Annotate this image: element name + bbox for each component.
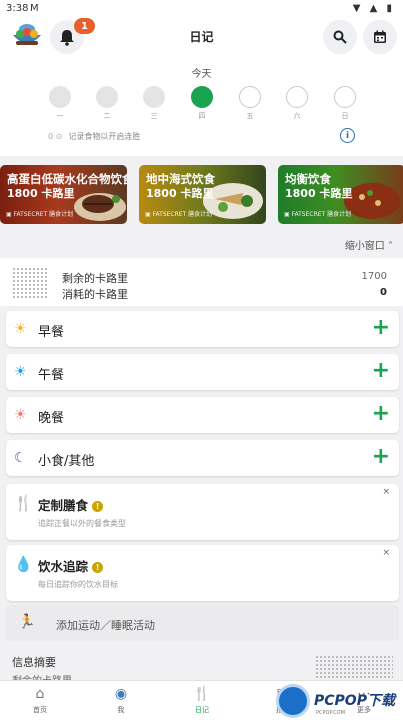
day-thu[interactable]: [191, 86, 213, 108]
day-fri[interactable]: [239, 86, 261, 108]
fork-knife-icon: 🍴: [193, 686, 211, 702]
day-tue[interactable]: [96, 86, 118, 108]
close-icon[interactable]: ×: [382, 487, 390, 497]
water-tracker-title: 饮水追踪!: [38, 556, 104, 575]
burned-calories-label: 消耗的卡路里: [62, 288, 128, 301]
diet-card-footer: ▣ FATSECRET 膳食计划: [6, 211, 74, 218]
watermark-logo: [276, 684, 310, 718]
water-drop-icon: 💧: [14, 555, 33, 573]
custom-meals-desc: 追踪正餐以外的餐食类型: [38, 519, 126, 528]
meal-label: 晚餐: [38, 411, 65, 426]
diet-card-calories: 1800 卡路里: [146, 187, 214, 200]
sun-icon: ☀: [14, 364, 27, 380]
search-button[interactable]: [323, 20, 357, 54]
watermark-sub: PCPOP.COM: [316, 710, 346, 716]
diet-card-footer: ▣ FATSECRET 膳食计划: [145, 211, 213, 218]
sunrise-icon: ☀: [14, 321, 27, 337]
add-dinner-button[interactable]: +: [372, 401, 390, 427]
watermark: PCPOP下载 PCPOP.COM: [276, 684, 403, 720]
premium-badge-icon: !: [92, 562, 104, 573]
day-label: 四: [198, 112, 206, 120]
moon-icon: ☾: [14, 450, 27, 466]
search-icon: [333, 30, 347, 44]
day-label: 日: [341, 112, 349, 120]
diet-card-calories: 1800 卡路里: [285, 187, 353, 200]
diet-card-footer: ▣ FATSECRET 膳食计划: [284, 211, 352, 218]
collapse-window-button[interactable]: 缩小窗口 ˄: [345, 237, 393, 252]
fork-knife-icon: 🍴: [14, 494, 33, 512]
water-tracker-card[interactable]: 💧 饮水追踪! 每日追踪你的饮水目标 ×: [6, 545, 399, 601]
system-icons: ▼ ▲ ▮: [352, 3, 395, 14]
day-mon[interactable]: [49, 86, 71, 108]
add-breakfast-button[interactable]: +: [372, 315, 390, 341]
diet-card-balanced[interactable]: 均衡饮食 1800 卡路里 ▣ FATSECRET 膳食计划: [278, 165, 403, 224]
add-snack-button[interactable]: +: [372, 444, 390, 470]
calorie-grid-icon: [12, 267, 48, 299]
info-icon[interactable]: i: [340, 128, 355, 143]
mail-icon: M: [30, 3, 39, 14]
streak-count: 0 ⊙: [48, 132, 63, 141]
diet-card-high-protein[interactable]: 高蛋白低碳水化合物饮食 1800 卡路里 ▣ FATSECRET 膳食计划: [0, 165, 127, 224]
remaining-calories-value: 1700: [361, 271, 387, 282]
nav-me[interactable]: ◉ 我: [91, 685, 151, 715]
custom-meals-title: 定制膳食!: [38, 495, 104, 514]
nav-label: 日记: [195, 706, 209, 714]
day-label: 二: [103, 112, 111, 120]
premium-badge-icon: !: [92, 501, 104, 512]
day-wed[interactable]: [143, 86, 165, 108]
meal-breakfast[interactable]: ☀ 早餐 +: [6, 311, 399, 347]
diary-header: 1 日记 今天 一 二 三 四 五 六 日 0 ⊙ 记录食物以开启连胜 i: [0, 18, 403, 156]
streak-info: 0 ⊙ 记录食物以开启连胜: [48, 131, 140, 142]
meal-snacks[interactable]: ☾ 小食/其他 +: [6, 440, 399, 476]
add-exercise-button[interactable]: 🏃 添加运动／睡眠活动: [6, 605, 399, 641]
tool-title-text: 饮水追踪: [38, 559, 89, 574]
day-sun[interactable]: [334, 86, 356, 108]
diet-card-mediterranean[interactable]: 地中海式饮食 1800 卡路里 ▣ FATSECRET 膳食计划: [139, 165, 266, 224]
meal-dinner[interactable]: ☀ 晚餐 +: [6, 397, 399, 433]
day-label: 六: [293, 112, 301, 120]
today-label: 今天: [191, 69, 212, 80]
day-label: 一: [56, 112, 64, 120]
tool-title-text: 定制膳食: [38, 498, 89, 513]
add-exercise-label: 添加运动／睡眠活动: [56, 619, 155, 632]
day-label: 五: [246, 112, 254, 120]
remaining-calories-label: 剩余的卡路里: [62, 272, 128, 285]
burned-calories-value: 0: [380, 287, 387, 298]
digest-title: 信息摘要: [12, 656, 56, 669]
meal-label: 午餐: [38, 368, 65, 383]
diet-card-calories: 1800 卡路里: [7, 187, 75, 200]
meal-lunch[interactable]: ☀ 午餐 +: [6, 354, 399, 390]
home-icon: ⌂: [35, 686, 45, 702]
custom-meals-card[interactable]: 🍴 定制膳食! 追踪正餐以外的餐食类型 ×: [6, 484, 399, 540]
status-bar: 3:38 M ▼ ▲ ▮: [0, 0, 403, 18]
calorie-summary: 剩余的卡路里 1700 消耗的卡路里 0: [0, 258, 403, 306]
nav-home[interactable]: ⌂ 首页: [10, 685, 70, 715]
day-label: 三: [150, 112, 158, 120]
profile-icon: ◉: [114, 686, 128, 702]
nav-label: 首页: [33, 706, 47, 714]
streak-text: 记录食物以开启连胜: [68, 132, 141, 141]
status-time: 3:38: [6, 3, 29, 14]
nav-diary[interactable]: 🍴 日记: [172, 685, 232, 715]
add-lunch-button[interactable]: +: [372, 358, 390, 384]
nav-label: 我: [117, 706, 125, 714]
calendar-button[interactable]: [363, 20, 397, 54]
calendar-icon: [374, 30, 386, 43]
watermark-brand: PCPOP下载: [314, 693, 395, 709]
day-sat[interactable]: [286, 86, 308, 108]
sunset-icon: ☀: [14, 407, 27, 423]
close-icon[interactable]: ×: [382, 548, 390, 558]
meal-label: 早餐: [38, 325, 65, 340]
meal-label: 小食/其他: [38, 454, 95, 469]
running-icon: 🏃: [18, 614, 36, 630]
digest-grid-icon: [315, 655, 393, 681]
water-tracker-desc: 每日追踪你的饮水目标: [38, 580, 118, 589]
